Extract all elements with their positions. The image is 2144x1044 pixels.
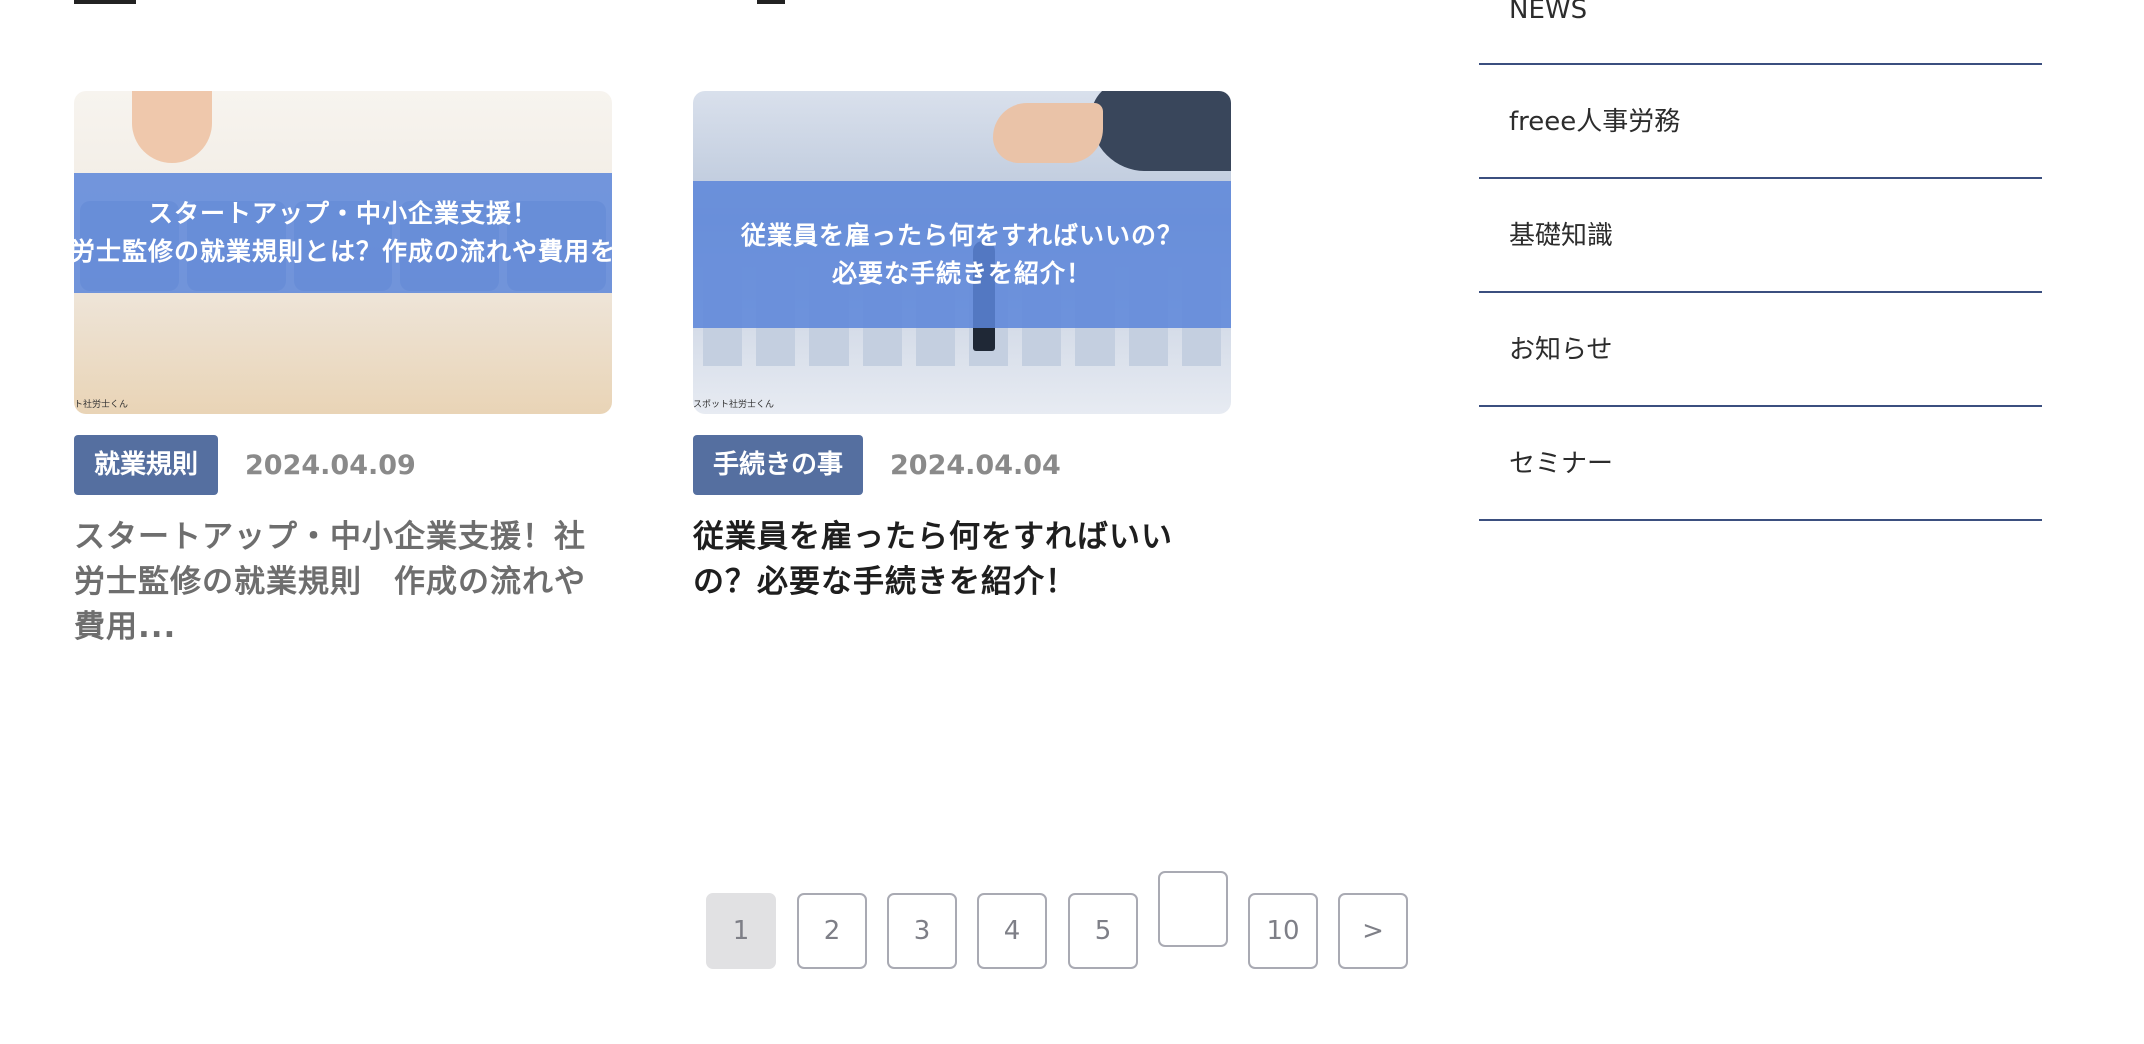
next-page-button[interactable]: > xyxy=(1338,893,1408,969)
article-title[interactable]: 従業員を雇ったら何をすればいいの？必要な手続きを紹介！ xyxy=(693,515,1183,605)
article-title[interactable]: スタートアップ・中小企業支援！社労士監修の就業規則 作成の流れや費用... xyxy=(74,515,612,650)
category-tag[interactable]: 就業規則 xyxy=(74,435,219,495)
article-thumbnail[interactable]: 従業員を雇ったら何をすればいいの？ 必要な手続きを紹介！ スポット社労士くん xyxy=(693,91,1231,414)
sidebar-item-seminars[interactable]: セミナー xyxy=(1479,407,2042,521)
article-date: 2024.04.09 xyxy=(245,449,416,481)
thumbnail-caption-line: スタートアップ・中小企業支援！ xyxy=(147,199,538,228)
previous-row-title-fragment xyxy=(74,0,136,4)
article-thumbnail[interactable]: スタートアップ・中小企業支援！ 社労士監修の就業規則とは？作成の流れや費用を解 … xyxy=(74,91,612,414)
suit-sleeve-graphic xyxy=(1091,91,1231,171)
sidebar-item-notices[interactable]: お知らせ xyxy=(1479,293,2042,407)
page-button-last[interactable]: 10 xyxy=(1248,893,1318,969)
article-card[interactable]: スタートアップ・中小企業支援！ 社労士監修の就業規則とは？作成の流れや費用を解 … xyxy=(74,91,612,650)
article-meta: 就業規則 2024.04.09 xyxy=(74,435,612,495)
thumbnail-credit: ト社労士くん xyxy=(74,400,129,410)
thumbnail-caption-band: 従業員を雇ったら何をすればいいの？ 必要な手続きを紹介！ xyxy=(693,181,1231,328)
finger-graphic xyxy=(132,91,212,163)
page-button-current[interactable]: 1 xyxy=(706,893,776,969)
article-card[interactable]: 従業員を雇ったら何をすればいいの？ 必要な手続きを紹介！ スポット社労士くん 手… xyxy=(693,91,1231,605)
thumbnail-caption-line: 従業員を雇ったら何をすればいいの？ xyxy=(740,220,1183,250)
page-button[interactable]: 4 xyxy=(977,893,1047,969)
thumbnail-caption-line: 社労士監修の就業規則とは？作成の流れや費用を解 xyxy=(74,237,612,266)
thumbnail-caption-line: 必要な手続きを紹介！ xyxy=(831,258,1092,288)
page-button[interactable]: 3 xyxy=(887,893,957,969)
page-ellipsis-button[interactable] xyxy=(1158,871,1228,947)
thumbnail-caption-band: スタートアップ・中小企業支援！ 社労士監修の就業規則とは？作成の流れや費用を解 xyxy=(74,173,612,293)
sidebar-item-basic-knowledge[interactable]: 基礎知識 xyxy=(1479,179,2042,293)
sidebar-item-freee-hr[interactable]: freee人事労務 xyxy=(1479,65,2042,179)
page: スタートアップ・中小企業支援！ 社労士監修の就業規則とは？作成の流れや費用を解 … xyxy=(0,0,2144,1044)
hand-graphic xyxy=(993,103,1103,163)
page-button[interactable]: 5 xyxy=(1068,893,1138,969)
article-meta: 手続きの事 2024.04.04 xyxy=(693,435,1231,495)
page-button[interactable]: 2 xyxy=(797,893,867,969)
category-tag[interactable]: 手続きの事 xyxy=(693,435,864,495)
article-date: 2024.04.04 xyxy=(890,449,1061,481)
category-sidebar: NEWS freee人事労務 基礎知識 お知らせ セミナー xyxy=(1479,0,2042,521)
previous-row-title-fragment xyxy=(757,0,785,4)
sidebar-item-news[interactable]: NEWS xyxy=(1479,0,2042,65)
thumbnail-credit: スポット社労士くん xyxy=(693,400,775,410)
